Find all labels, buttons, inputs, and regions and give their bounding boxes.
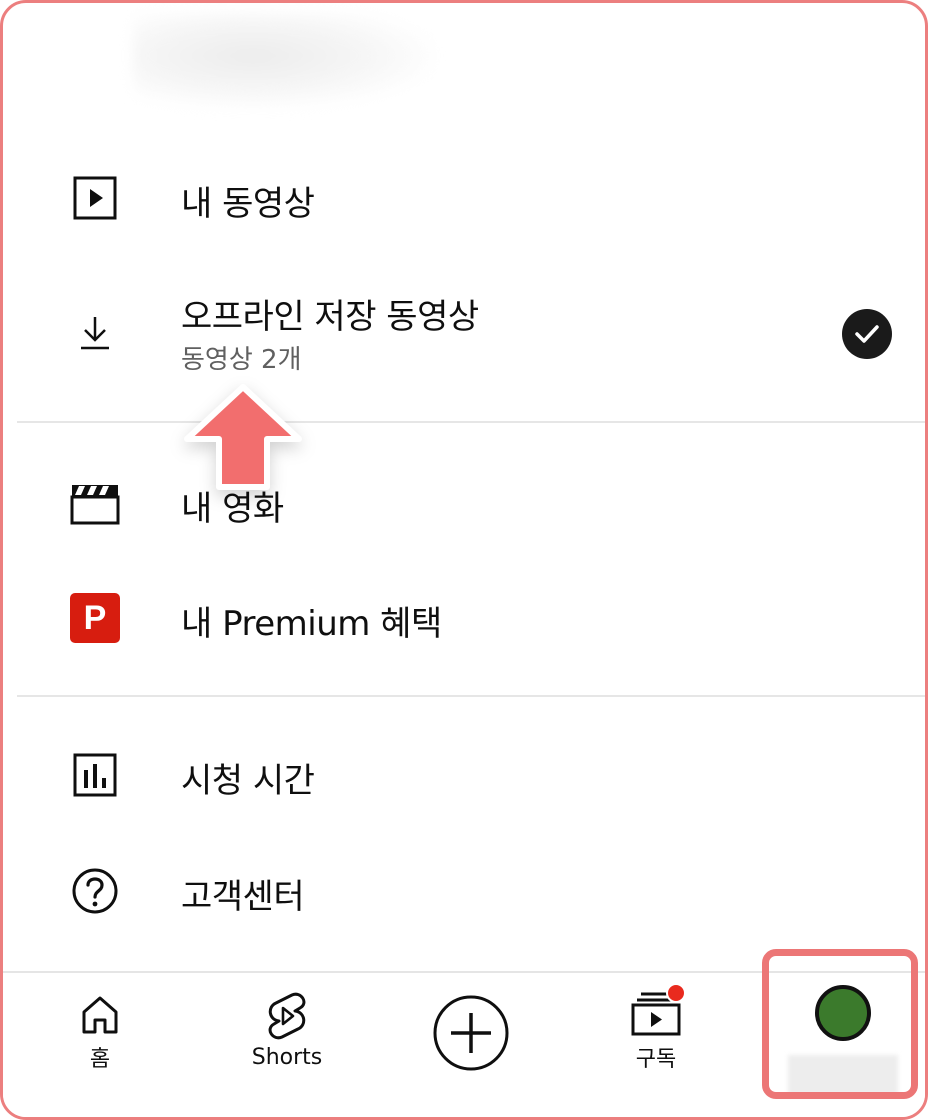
nav-subscriptions[interactable]: 구독 bbox=[613, 973, 699, 1117]
nav-create[interactable] bbox=[431, 973, 511, 1117]
home-icon bbox=[82, 996, 118, 1034]
menu-item-label: 고객센터 bbox=[181, 877, 305, 917]
screen-frame: 내 동영상 오프라인 저장 동영상 동영상 2개 내 영화 P 내 Premiu… bbox=[0, 0, 928, 1120]
annotation-highlight-box bbox=[762, 949, 918, 1099]
shorts-icon bbox=[268, 992, 306, 1040]
menu-item-downloads[interactable]: 오프라인 저장 동영상 동영상 2개 bbox=[3, 283, 925, 383]
nav-shorts-label: Shorts bbox=[251, 1045, 323, 1070]
notification-dot bbox=[666, 983, 686, 1003]
premium-p-icon: P bbox=[65, 588, 125, 648]
nav-shorts[interactable]: Shorts bbox=[235, 973, 339, 1117]
nav-subscriptions-label: 구독 bbox=[635, 1047, 677, 1072]
menu-item-premium-benefits[interactable]: P 내 Premium 혜택 bbox=[3, 568, 925, 668]
menu-item-my-videos[interactable]: 내 동영상 bbox=[3, 148, 925, 248]
divider bbox=[17, 695, 925, 697]
bar-chart-icon bbox=[65, 745, 125, 805]
menu-item-watch-time[interactable]: 시청 시간 bbox=[3, 725, 925, 825]
play-square-icon bbox=[65, 168, 125, 228]
help-circle-icon bbox=[65, 861, 125, 921]
blurred-header bbox=[133, 13, 433, 108]
nav-home-label: 홈 bbox=[89, 1047, 111, 1072]
menu-item-help-center[interactable]: 고객센터 bbox=[3, 841, 925, 941]
plus-circle-icon bbox=[433, 995, 509, 1071]
nav-home[interactable]: 홈 bbox=[55, 973, 145, 1117]
clapperboard-icon bbox=[65, 473, 125, 533]
divider bbox=[17, 421, 925, 423]
menu-item-label: 내 동영상 bbox=[181, 184, 315, 224]
menu-item-label: 시청 시간 bbox=[181, 761, 315, 801]
premium-badge: P bbox=[70, 593, 120, 643]
menu-item-my-movies[interactable]: 내 영화 bbox=[3, 453, 925, 553]
menu-item-label: 오프라인 저장 동영상 bbox=[181, 297, 479, 337]
download-icon bbox=[65, 303, 125, 363]
annotation-up-arrow-icon bbox=[184, 384, 302, 490]
menu-item-subtitle: 동영상 2개 bbox=[181, 345, 302, 375]
menu-item-label: 내 Premium 혜택 bbox=[181, 604, 442, 644]
check-circle-icon bbox=[842, 309, 892, 359]
